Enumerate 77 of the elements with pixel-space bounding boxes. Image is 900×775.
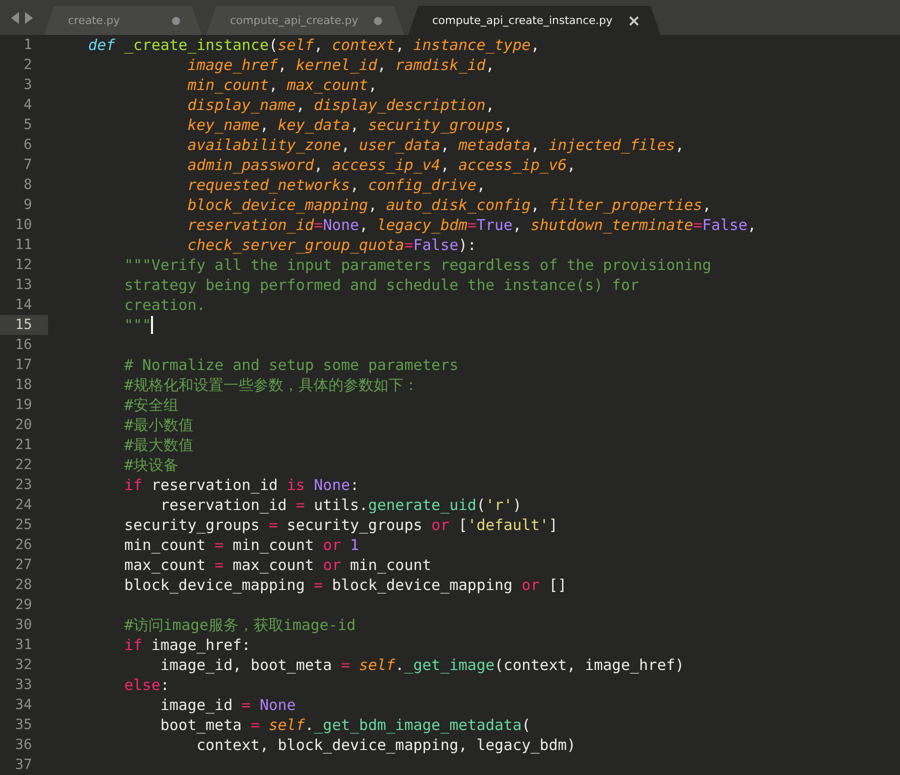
code-line: max_count = max_count or min_count (123, 555, 432, 575)
line-number: 33 (15, 676, 32, 695)
line-number: 15 (15, 316, 32, 335)
line-number: 22 (15, 456, 32, 475)
code-line: block_device_mapping = block_device_mapping or [] (123, 575, 567, 595)
file-tab[interactable]: compute_api_create.py (206, 6, 404, 35)
line-number: 13 (15, 276, 32, 295)
code-line: availability_zone, user_data, metadata, injected_files, (186, 135, 684, 155)
code-line: image_href, kernel_id, ramdisk_id, (186, 55, 495, 75)
code-line: def _create_instance(self, context, instance_type, (87, 35, 540, 55)
code-line: #访问image服务，获取image-id (123, 615, 356, 635)
code-line: context, block_device_mapping, legacy_bdm) (195, 735, 576, 755)
line-number: 31 (15, 636, 32, 655)
line-number: 24 (15, 496, 32, 515)
line-number: 8 (24, 176, 32, 195)
line-number: 11 (15, 236, 32, 255)
code-line: security_groups = security_groups or ['default'] (123, 515, 558, 535)
line-number: 7 (24, 156, 32, 175)
code-line: if image_href: (123, 635, 251, 655)
left-arrow-icon[interactable] (11, 12, 19, 24)
code-line: min_count = min_count or 1 (123, 535, 360, 555)
line-number: 36 (15, 736, 32, 755)
code-line: strategy being performed and schedule the instance(s) for (123, 275, 639, 295)
line-number: 17 (15, 356, 32, 375)
file-tab[interactable]: create.py (44, 6, 202, 35)
code-line: image_id, boot_meta = self._get_image(context, image_href) (159, 655, 684, 675)
line-number: 37 (15, 756, 32, 775)
line-number: 18 (15, 376, 32, 395)
code-line: #规格化和设置一些参数，具体的参数如下： (123, 375, 418, 395)
line-number: 23 (15, 476, 32, 495)
line-number: 28 (15, 576, 32, 595)
code-line: creation. (123, 295, 206, 315)
line-number: 4 (24, 96, 32, 115)
line-number: 30 (15, 616, 32, 635)
code-line: min_count, max_count, (186, 75, 378, 95)
code-line: check_server_group_quota=False): (186, 235, 476, 255)
line-number: 16 (15, 336, 32, 355)
right-arrow-icon[interactable] (25, 12, 33, 24)
line-number: 21 (15, 436, 32, 455)
code-line: #安全组 (123, 395, 178, 415)
code-line: if reservation_id is None: (123, 475, 360, 495)
code-line: boot_meta = self._get_bdm_image_metadata( (159, 715, 531, 735)
code-line: else: (123, 675, 170, 695)
code-line: #块设备 (123, 455, 178, 475)
line-number: 12 (15, 256, 32, 275)
code-line: #最大数值 (123, 435, 194, 455)
line-number: 3 (24, 76, 32, 95)
close-icon[interactable] (628, 16, 639, 26)
code-line: image_id = None (159, 695, 296, 715)
file-tab[interactable]: compute_api_create_instance.py (408, 6, 661, 35)
code-line: reservation_id=None, legacy_bdm=True, shutdown_terminate=False, (186, 215, 756, 235)
code-line: reservation_id = utils.generate_uid('r') (159, 495, 522, 515)
code-line: display_name, display_description, (186, 95, 495, 115)
code-line: """ (123, 315, 152, 335)
line-number: 9 (24, 196, 32, 215)
line-number: 26 (15, 536, 32, 555)
line-number: 35 (15, 716, 32, 735)
code-line: key_name, key_data, security_groups, (186, 115, 513, 135)
code-line: """Verify all the input parameters regardless of the provisioning (123, 255, 712, 275)
code-line: block_device_mapping, auto_disk_config, filter_properties, (186, 195, 712, 215)
line-number: 14 (15, 296, 32, 315)
line-number: 1 (24, 36, 32, 55)
line-number: 27 (15, 556, 32, 575)
code-line: # Normalize and setup some parameters (123, 355, 458, 375)
line-number: 20 (15, 416, 32, 435)
line-number: 2 (24, 56, 32, 75)
code-line: admin_password, access_ip_v4, access_ip_v6, (186, 155, 576, 175)
line-number: 29 (15, 596, 32, 615)
line-number: 10 (15, 216, 32, 235)
line-number: 19 (15, 396, 32, 415)
code-line: requested_networks, config_drive, (186, 175, 486, 195)
line-number: 25 (15, 516, 32, 535)
line-number: 5 (24, 116, 32, 135)
line-number: 34 (15, 696, 32, 715)
code-line: #最小数值 (123, 415, 194, 435)
line-number: 6 (24, 136, 32, 155)
line-number: 32 (15, 656, 32, 675)
